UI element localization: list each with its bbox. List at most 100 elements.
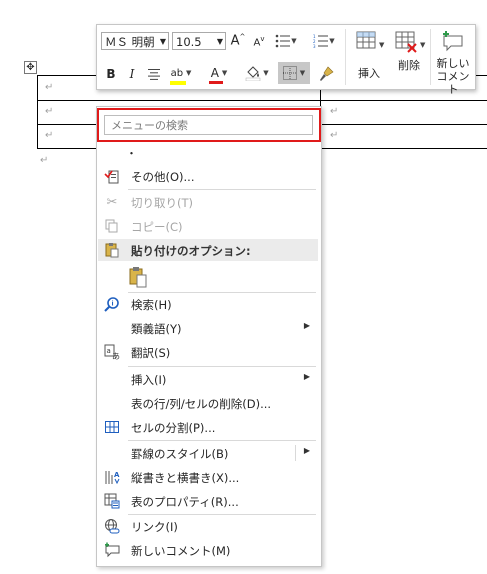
menu-separator xyxy=(128,189,316,190)
svg-text:i: i xyxy=(112,301,114,308)
chevron-down-icon: ▼ xyxy=(379,41,385,49)
menu-item-new-comment[interactable]: 新しいコメント(M) xyxy=(98,539,318,561)
shrink-font-icon: Av xyxy=(253,35,265,49)
submenu-arrow-icon: ▶ xyxy=(303,372,310,381)
borders-icon xyxy=(282,66,297,80)
mini-toolbar: ＭＳ 明朝 ▼ 10.5 ▼ A^ Av ▼ 1 2 3 ▼ B I ab ▼ … xyxy=(96,24,476,96)
paragraph-mark: ↵ xyxy=(330,106,339,117)
scissors-icon: ✂ xyxy=(106,194,118,210)
menu-header-paste-options: 貼り付けのオプション: xyxy=(98,239,318,261)
numbered-list-icon: 1 2 3 xyxy=(313,34,329,48)
paint-bucket-icon xyxy=(246,66,261,81)
menu-item-label: 表の行/列/セルの削除(D)... xyxy=(131,397,272,411)
font-size-value: 10.5 xyxy=(176,35,202,49)
menu-item-table-properties[interactable]: 表のプロパティ(R)... xyxy=(98,490,318,512)
menu-item-label: 翻訳(S) xyxy=(131,346,171,360)
table-insert-icon xyxy=(356,31,376,49)
chevron-down-icon: ▼ xyxy=(263,69,269,77)
menu-item-translate[interactable]: aあ 翻訳(S) xyxy=(98,341,318,363)
table-border xyxy=(37,75,38,149)
submenu-arrow-icon: ▶ xyxy=(303,446,310,455)
menu-item-link[interactable]: リンク(I) xyxy=(98,515,318,537)
center-align-button[interactable] xyxy=(147,67,161,81)
menu-item-copy[interactable]: コピー(C) xyxy=(98,215,318,237)
chevron-down-icon: ▼ xyxy=(299,69,306,77)
shading-button[interactable]: ▼ xyxy=(242,63,272,83)
submenu-arrow-icon: ▶ xyxy=(303,321,310,330)
menu-item-label: セルの分割(P)... xyxy=(131,421,216,435)
split-cells-icon xyxy=(104,419,120,435)
copy-icon xyxy=(104,218,120,234)
search-icon: i xyxy=(104,296,120,312)
new-comment-label: 新しい コメント xyxy=(436,57,470,96)
format-painter-button[interactable] xyxy=(317,65,335,83)
new-comment-button[interactable]: 新しい コメント xyxy=(433,29,473,96)
svg-text:3: 3 xyxy=(313,44,316,48)
menu-item-label: 検索(H) xyxy=(131,298,172,312)
menu-item-cut[interactable]: ✂ 切り取り(T) xyxy=(98,191,318,213)
menu-item-border-styles[interactable]: 罫線のスタイル(B) ▶ xyxy=(98,442,318,464)
align-center-icon xyxy=(148,68,160,80)
grow-font-button[interactable]: A^ xyxy=(230,33,246,49)
svg-text:A: A xyxy=(114,471,120,479)
bullet-list-icon xyxy=(275,34,291,48)
menu-item-label: コピー(C) xyxy=(131,220,183,234)
shrink-font-button[interactable]: Av xyxy=(251,34,267,50)
chevron-down-icon: ▼ xyxy=(159,37,166,46)
bullets-button[interactable]: ▼ xyxy=(273,33,299,49)
paragraph-mark: ↵ xyxy=(45,130,54,141)
paste-text-icon xyxy=(129,267,147,288)
highlight-button[interactable]: ab ▼ xyxy=(167,63,195,85)
font-name-value: ＭＳ 明朝 xyxy=(105,35,155,49)
svg-text:a: a xyxy=(107,347,111,355)
menu-search-input[interactable] xyxy=(104,115,313,135)
menu-item-label: その他(O)... xyxy=(131,170,195,184)
svg-text:あ: あ xyxy=(112,352,120,360)
menu-item-more[interactable]: その他(O)... xyxy=(98,165,318,187)
menu-item-delete-cells[interactable]: 表の行/列/セルの削除(D)... xyxy=(98,392,318,414)
menu-item-label: リンク(I) xyxy=(131,520,178,534)
translate-icon: aあ xyxy=(104,344,120,360)
menu-item-text-direction[interactable]: A 縦書きと横書き(X)... xyxy=(98,466,318,488)
chevron-down-icon: ▼ xyxy=(216,37,223,46)
table-move-handle[interactable]: ✥ xyxy=(24,61,37,74)
font-color-button[interactable]: A ▼ xyxy=(205,63,233,84)
menu-item-label: 貼り付けのオプション: xyxy=(131,244,251,258)
menu-item-synonyms[interactable]: 類義語(Y) ▶ xyxy=(98,317,318,339)
numbering-button[interactable]: 1 2 3 ▼ xyxy=(311,33,337,49)
delete-button[interactable]: ▼ 削除 xyxy=(391,29,427,85)
menu-item-label: 切り取り(T) xyxy=(131,196,193,210)
paragraph-mark: ↵ xyxy=(330,130,339,141)
chevron-down-icon: ▼ xyxy=(291,37,297,45)
chevron-down-icon: ▼ xyxy=(221,69,228,77)
paragraph-mark: ↵ xyxy=(40,155,49,166)
format-painter-icon xyxy=(320,66,334,81)
font-size-dropdown[interactable]: 10.5 ▼ xyxy=(172,32,226,50)
insert-button[interactable]: ▼ 挿入 xyxy=(351,29,387,85)
menu-item-label: 表のプロパティ(R)... xyxy=(131,495,239,509)
bold-button[interactable]: B xyxy=(104,66,118,82)
chevron-down-icon: ▼ xyxy=(329,37,335,45)
paste-keep-text-only-button[interactable] xyxy=(126,265,150,289)
menu-item-insert[interactable]: 挿入(I) ▶ xyxy=(98,368,318,390)
table-delete-icon xyxy=(395,31,417,53)
borders-button[interactable]: ▼ xyxy=(278,62,310,84)
table-properties-icon xyxy=(104,493,120,509)
chevron-down-icon: ▼ xyxy=(186,69,192,77)
delete-label: 削除 xyxy=(398,59,420,72)
italic-button[interactable]: I xyxy=(125,66,139,82)
chevron-down-icon: ▼ xyxy=(420,41,426,49)
toolbar-separator xyxy=(345,29,346,85)
menu-item-label: 罫線のスタイル(B) xyxy=(131,447,229,461)
menu-item-search[interactable]: i 検索(H) xyxy=(98,293,318,315)
submenu-divider xyxy=(295,445,296,461)
table-border xyxy=(37,100,487,101)
toolbar-separator xyxy=(430,29,431,85)
menu-separator xyxy=(128,366,316,367)
italic-icon: I xyxy=(129,67,135,81)
paragraph-mark: ↵ xyxy=(45,106,54,117)
link-icon xyxy=(104,518,120,534)
grow-font-icon: A^ xyxy=(230,33,246,49)
font-name-dropdown[interactable]: ＭＳ 明朝 ▼ xyxy=(101,32,169,50)
menu-item-split-cells[interactable]: セルの分割(P)... xyxy=(98,416,318,438)
